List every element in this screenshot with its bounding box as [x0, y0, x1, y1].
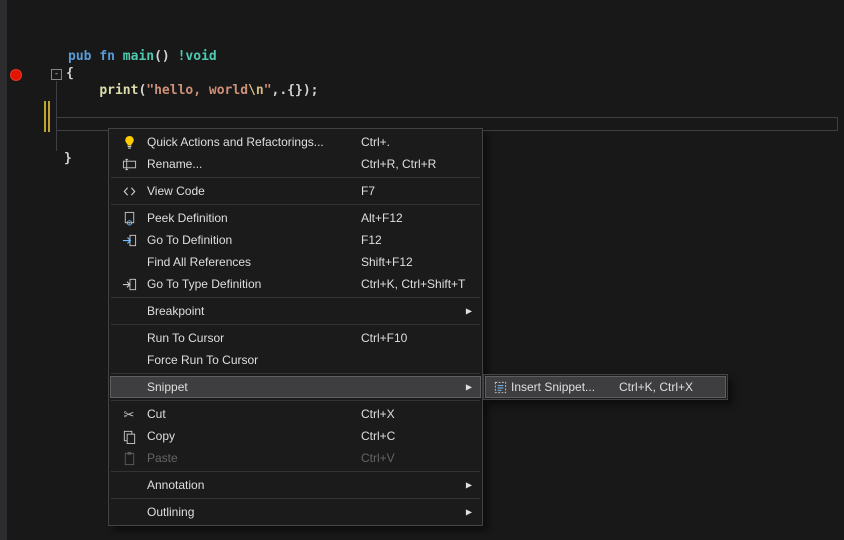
- go-to-definition-icon: [118, 230, 140, 250]
- menu-item-shortcut: Ctrl+V: [361, 451, 395, 465]
- menu-item-view-code[interactable]: View Code F7: [110, 180, 481, 202]
- menu-item-label: Cut: [147, 407, 166, 421]
- menu-item-shortcut: Ctrl+K, Ctrl+Shift+T: [361, 277, 465, 291]
- code-line[interactable]: pub fn main() !void: [68, 49, 217, 66]
- menu-separator: [111, 324, 480, 325]
- submenu-arrow-icon: ▶: [466, 508, 472, 517]
- menu-item-label: Force Run To Cursor: [147, 353, 258, 367]
- menu-item-label: Paste: [147, 451, 178, 465]
- menu-item-shortcut: F12: [361, 233, 382, 247]
- snippet-submenu: Insert Snippet... Ctrl+K, Ctrl+X: [483, 374, 728, 400]
- menu-item-peek-definition[interactable]: Peek Definition Alt+F12: [110, 207, 481, 229]
- scope-guide-line: [56, 81, 57, 151]
- menu-item-rename[interactable]: Rename... Ctrl+R, Ctrl+R: [110, 153, 481, 175]
- submenu-arrow-icon: ▶: [466, 307, 472, 316]
- lightbulb-icon: [118, 132, 140, 152]
- menu-item-go-to-type-definition[interactable]: Go To Type Definition Ctrl+K, Ctrl+Shift…: [110, 273, 481, 295]
- menu-item-label: View Code: [147, 184, 205, 198]
- menu-item-shortcut: Shift+F12: [361, 255, 413, 269]
- code-line[interactable]: print("hello, world\n",.{});: [68, 83, 318, 100]
- cut-icon: ✂: [118, 404, 140, 424]
- menu-item-copy[interactable]: Copy Ctrl+C: [110, 425, 481, 447]
- menu-item-label: Go To Definition: [147, 233, 232, 247]
- menu-item-shortcut: F7: [361, 184, 375, 198]
- menu-item-breakpoint[interactable]: Breakpoint ▶: [110, 300, 481, 322]
- menu-separator: [111, 373, 480, 374]
- menu-item-label: Find All References: [147, 255, 251, 269]
- menu-item-snippet[interactable]: Snippet ▶: [110, 376, 481, 398]
- menu-item-shortcut: Alt+F12: [361, 211, 403, 225]
- menu-item-label: Annotation: [147, 478, 204, 492]
- menu-item-label: Breakpoint: [147, 304, 204, 318]
- menu-item-label: Rename...: [147, 157, 202, 171]
- menu-separator: [111, 177, 480, 178]
- submenu-arrow-icon: ▶: [466, 383, 472, 392]
- menu-item-force-run-to-cursor[interactable]: Force Run To Cursor: [110, 349, 481, 371]
- menu-item-label: Insert Snippet...: [511, 380, 595, 394]
- menu-item-label: Run To Cursor: [147, 331, 224, 345]
- menu-separator: [111, 400, 480, 401]
- rename-icon: [118, 154, 140, 174]
- menu-item-shortcut: Ctrl+.: [361, 135, 390, 149]
- menu-item-shortcut: Ctrl+K, Ctrl+X: [619, 380, 693, 394]
- menu-item-shortcut: Ctrl+R, Ctrl+R: [361, 157, 436, 171]
- fold-collapse-icon[interactable]: -: [51, 69, 62, 80]
- menu-item-insert-snippet[interactable]: Insert Snippet... Ctrl+K, Ctrl+X: [485, 376, 726, 398]
- menu-item-cut[interactable]: ✂ Cut Ctrl+X: [110, 403, 481, 425]
- view-code-icon: [118, 181, 140, 201]
- menu-item-find-all-references[interactable]: Find All References Shift+F12: [110, 251, 481, 273]
- code-line[interactable]: }: [64, 151, 72, 168]
- menu-item-shortcut: Ctrl+C: [361, 429, 395, 443]
- menu-separator: [111, 498, 480, 499]
- menu-separator: [111, 204, 480, 205]
- peek-definition-icon: [118, 208, 140, 228]
- editor-context-menu: Quick Actions and Refactorings... Ctrl+.…: [108, 128, 483, 526]
- menu-item-quick-actions[interactable]: Quick Actions and Refactorings... Ctrl+.: [110, 131, 481, 153]
- copy-icon: [118, 426, 140, 446]
- menu-item-label: Outlining: [147, 505, 194, 519]
- menu-separator: [111, 297, 480, 298]
- breakpoint-icon[interactable]: [10, 69, 22, 81]
- menu-item-run-to-cursor[interactable]: Run To Cursor Ctrl+F10: [110, 327, 481, 349]
- go-to-type-definition-icon: [118, 274, 140, 294]
- menu-separator: [111, 471, 480, 472]
- menu-item-label: Peek Definition: [147, 211, 228, 225]
- menu-item-shortcut: Ctrl+X: [361, 407, 395, 421]
- menu-item-paste[interactable]: Paste Ctrl+V: [110, 447, 481, 469]
- track-changes-bar: [44, 101, 46, 132]
- insert-snippet-icon: [489, 377, 511, 397]
- track-changes-bar: [48, 101, 50, 132]
- menu-item-outlining[interactable]: Outlining ▶: [110, 501, 481, 523]
- menu-item-label: Quick Actions and Refactorings...: [147, 135, 324, 149]
- menu-item-label: Copy: [147, 429, 175, 443]
- code-line[interactable]: {: [66, 66, 74, 83]
- menu-item-label: Go To Type Definition: [147, 277, 261, 291]
- menu-item-shortcut: Ctrl+F10: [361, 331, 407, 345]
- paste-icon: [118, 448, 140, 468]
- menu-item-annotation[interactable]: Annotation ▶: [110, 474, 481, 496]
- editor-left-margin: [0, 0, 7, 540]
- menu-item-go-to-definition[interactable]: Go To Definition F12: [110, 229, 481, 251]
- submenu-arrow-icon: ▶: [466, 481, 472, 490]
- breakpoint-gutter[interactable]: [7, 0, 31, 540]
- menu-item-label: Snippet: [147, 380, 188, 394]
